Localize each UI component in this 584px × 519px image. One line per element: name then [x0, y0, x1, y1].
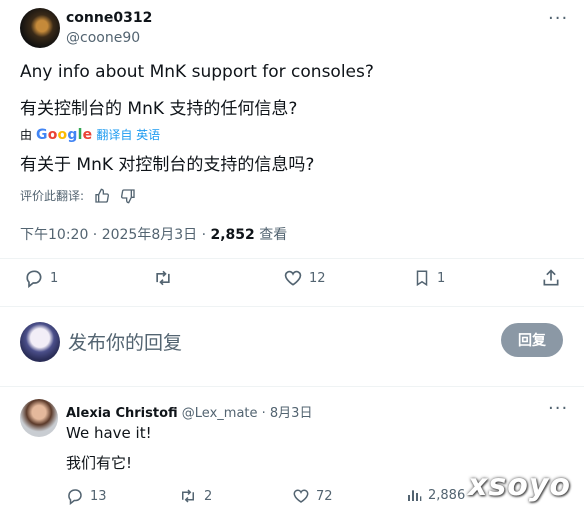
post-text-original: Any info about MnK support for consoles?	[20, 62, 374, 82]
divider	[0, 306, 584, 307]
post-action-bar: 1 12 1	[0, 268, 584, 298]
divider	[0, 258, 584, 259]
views-chart-icon	[406, 487, 422, 503]
google-logo: Google	[36, 126, 93, 143]
reply-reply-action[interactable]: 13	[66, 487, 107, 505]
divider	[0, 386, 584, 387]
author-handle[interactable]: @coone90	[66, 30, 140, 46]
rate-translation-label: 评价此翻译:	[20, 189, 85, 203]
reply-text-original: We have it!	[66, 424, 152, 442]
reply-icon	[66, 487, 84, 505]
reply-more-options-icon[interactable]: ···	[548, 398, 568, 419]
thumbs-down-icon[interactable]	[120, 188, 136, 204]
like-action[interactable]: 12	[283, 268, 326, 288]
like-count: 12	[309, 270, 326, 286]
share-action[interactable]	[541, 268, 561, 288]
reply-icon	[24, 268, 44, 288]
author-display-name[interactable]: conne0312	[66, 10, 152, 26]
translated-from-link[interactable]: 翻译自 英语	[96, 126, 160, 143]
heart-icon	[283, 268, 303, 288]
bookmark-icon	[413, 268, 431, 288]
reply-author-line: Alexia Christofi @Lex_mate · 8月3日	[66, 402, 312, 421]
translated-by-prefix: 由	[20, 128, 33, 142]
reply-date[interactable]: · 8月3日	[258, 406, 313, 421]
reply-repost-action[interactable]: 2	[178, 487, 212, 505]
reply-reply-count: 13	[90, 488, 107, 504]
reply-author-avatar[interactable]	[20, 399, 58, 437]
reply-button[interactable]: 回复	[501, 323, 563, 357]
reply-author-display-name[interactable]: Alexia Christofi	[66, 406, 178, 421]
reply-text-translated: 我们有它!	[66, 454, 133, 472]
reply-like-count: 72	[316, 488, 333, 504]
reply-views-action[interactable]: 2,886	[406, 487, 465, 503]
views-label: 查看	[254, 227, 288, 243]
reply-action[interactable]: 1	[24, 268, 58, 288]
reply-views-count: 2,886	[428, 487, 466, 503]
translation-attribution: 由 Google 翻译自 英语	[20, 126, 160, 143]
rate-translation-row: 评价此翻译:	[20, 187, 136, 204]
post-text-translated-title: 有关控制台的 MnK 支持的任何信息?	[20, 99, 298, 119]
post-text-machine-translation: 有关于 MnK 对控制台的支持的信息吗?	[20, 155, 315, 175]
thumbs-up-icon[interactable]	[94, 188, 110, 204]
reply-author-handle[interactable]: @Lex_mate	[182, 406, 258, 421]
post-meta: 下午10:20 · 2025年8月3日 · 2,852 查看	[20, 224, 287, 244]
repost-action[interactable]	[152, 268, 180, 288]
heart-icon	[292, 487, 310, 505]
post-timestamp[interactable]: 下午10:20 · 2025年8月3日 ·	[20, 227, 211, 243]
reply-input[interactable]: 发布你的回复	[68, 328, 182, 355]
reply-like-action[interactable]: 72	[292, 487, 333, 505]
reply-count: 1	[50, 270, 59, 286]
bookmark-count: 1	[437, 270, 446, 286]
repost-icon	[152, 268, 174, 288]
author-avatar[interactable]	[20, 8, 60, 48]
current-user-avatar[interactable]	[20, 322, 60, 362]
more-options-icon[interactable]: ···	[548, 8, 568, 29]
repost-icon	[178, 487, 198, 505]
reply-repost-count: 2	[204, 488, 213, 504]
share-icon	[541, 268, 561, 288]
views-count: 2,852	[210, 227, 255, 243]
bookmark-action[interactable]: 1	[413, 268, 445, 288]
watermark-logo: xsoyo	[468, 468, 571, 503]
